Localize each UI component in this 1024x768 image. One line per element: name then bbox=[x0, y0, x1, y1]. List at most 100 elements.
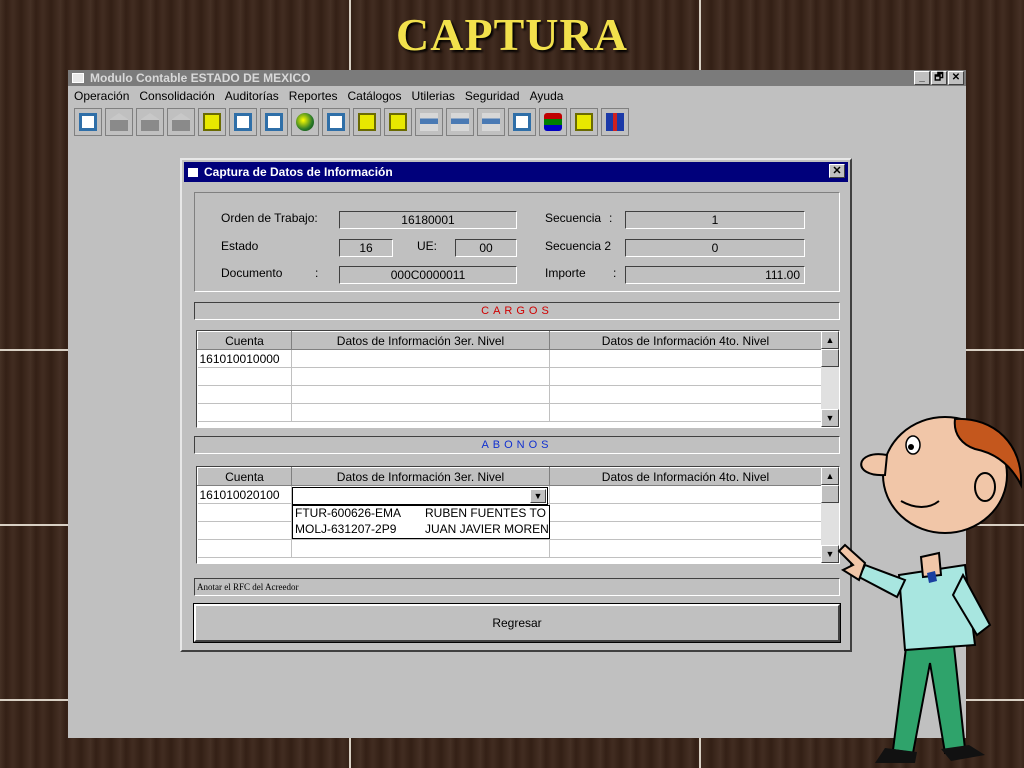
secuencia2-field[interactable]: 0 bbox=[625, 239, 805, 257]
table-row[interactable] bbox=[197, 367, 822, 386]
estado-label: Estado bbox=[221, 239, 259, 253]
toolbar-button-4[interactable] bbox=[167, 108, 195, 136]
cargos-col-nivel4[interactable]: Datos de Información 4to. Nivel bbox=[549, 331, 822, 350]
ue-field[interactable]: 00 bbox=[455, 239, 517, 257]
abonos-cell[interactable] bbox=[549, 539, 822, 558]
books-icon bbox=[544, 113, 562, 131]
calendar-icon bbox=[234, 113, 252, 131]
importe-field[interactable]: 111.00 bbox=[625, 266, 805, 284]
table-row[interactable] bbox=[197, 385, 822, 404]
abonos-cell[interactable]: 161010020100 bbox=[197, 485, 292, 504]
abonos-cell[interactable] bbox=[549, 521, 822, 540]
toolbar-button-13[interactable] bbox=[446, 108, 474, 136]
table-row[interactable] bbox=[197, 539, 822, 558]
status-bar: Anotar el RFC del Acreedor bbox=[194, 578, 840, 596]
toolbar-button-3[interactable] bbox=[136, 108, 164, 136]
cargos-col-cuenta[interactable]: Cuenta bbox=[197, 331, 292, 350]
dialog-close-button[interactable]: ✕ bbox=[829, 164, 845, 178]
cargos-grid: Cuenta Datos de Información 3er. Nivel D… bbox=[196, 330, 840, 428]
toolbar-button-17[interactable] bbox=[570, 108, 598, 136]
toolbar-button-8[interactable] bbox=[291, 108, 319, 136]
card-icon bbox=[203, 113, 221, 131]
toolbar-button-7[interactable] bbox=[260, 108, 288, 136]
restore-button[interactable]: 🗗 bbox=[931, 71, 947, 85]
globe-icon bbox=[296, 113, 314, 131]
abonos-cell[interactable] bbox=[549, 485, 822, 504]
abonos-cell[interactable] bbox=[197, 539, 292, 558]
toolbar bbox=[68, 106, 966, 138]
combo-dropdown-button[interactable]: ▼ bbox=[530, 489, 546, 503]
toolbar-button-12[interactable] bbox=[415, 108, 443, 136]
ue-label: UE: bbox=[417, 239, 438, 253]
cargos-cell[interactable] bbox=[197, 385, 292, 404]
calendar-icon bbox=[513, 113, 531, 131]
menu-utilerias[interactable]: Utilerias bbox=[412, 89, 455, 103]
abonos-col-cuenta[interactable]: Cuenta bbox=[197, 467, 292, 486]
toolbar-button-6[interactable] bbox=[229, 108, 257, 136]
cargos-cell[interactable] bbox=[291, 367, 550, 386]
cargos-cell[interactable] bbox=[549, 367, 822, 386]
toolbar-button-18[interactable] bbox=[601, 108, 629, 136]
rfc-combobox[interactable]: ▼ bbox=[292, 487, 548, 505]
cargos-cell[interactable] bbox=[549, 403, 822, 422]
toolbar-button-10[interactable] bbox=[353, 108, 381, 136]
cargos-cell[interactable] bbox=[291, 385, 550, 404]
cargos-cell[interactable] bbox=[197, 367, 292, 386]
toolbar-button-1[interactable] bbox=[74, 108, 102, 136]
minimize-button[interactable]: _ bbox=[914, 71, 930, 85]
menu-operacion[interactable]: Operación bbox=[74, 89, 129, 103]
abonos-cell[interactable] bbox=[197, 503, 292, 522]
cargos-cell[interactable]: 161010010000 bbox=[197, 349, 292, 368]
app-icon bbox=[72, 73, 84, 83]
cargos-cell[interactable] bbox=[291, 403, 550, 422]
importe-label: Importe bbox=[545, 266, 586, 280]
scroll-up-button[interactable]: ▲ bbox=[821, 331, 839, 349]
toolbar-button-9[interactable] bbox=[322, 108, 350, 136]
estado-field[interactable]: 16 bbox=[339, 239, 393, 257]
toolbar-button-15[interactable] bbox=[508, 108, 536, 136]
table-row[interactable] bbox=[197, 403, 822, 422]
capture-dialog: Captura de Datos de Información ✕ Orden … bbox=[180, 158, 852, 652]
list-item[interactable]: FTUR-600626-EMA RUBEN FUENTES TO bbox=[293, 506, 549, 522]
menu-ayuda[interactable]: Ayuda bbox=[530, 89, 564, 103]
disk-icon bbox=[265, 113, 283, 131]
orden-label: Orden de Trabajo: bbox=[221, 211, 318, 225]
toolbar-button-2[interactable] bbox=[105, 108, 133, 136]
table-row[interactable]: 161010010000 bbox=[197, 349, 822, 368]
orden-field[interactable]: 16180001 bbox=[339, 211, 517, 229]
abonos-col-nivel3[interactable]: Datos de Información 3er. Nivel bbox=[291, 467, 550, 486]
menu-seguridad[interactable]: Seguridad bbox=[465, 89, 520, 103]
list-item[interactable]: MOLJ-631207-2P9 JUAN JAVIER MOREN bbox=[293, 522, 549, 538]
menu-catalogos[interactable]: Catálogos bbox=[348, 89, 402, 103]
menu-consolidacion[interactable]: Consolidación bbox=[139, 89, 214, 103]
rfc-dropdown-list: FTUR-600626-EMA RUBEN FUENTES TO MOLJ-63… bbox=[292, 505, 550, 539]
network-icon bbox=[451, 113, 469, 131]
cargos-cell[interactable] bbox=[549, 385, 822, 404]
secuencia-field[interactable]: 1 bbox=[625, 211, 805, 229]
cargos-cell[interactable] bbox=[549, 349, 822, 368]
abonos-cell[interactable] bbox=[549, 503, 822, 522]
menubar: Operación Consolidación Auditorías Repor… bbox=[68, 86, 966, 106]
screen-icon bbox=[327, 113, 345, 131]
toolbar-button-5[interactable] bbox=[198, 108, 226, 136]
abonos-cell[interactable] bbox=[291, 539, 550, 558]
cargos-cell[interactable] bbox=[197, 403, 292, 422]
abonos-cell[interactable] bbox=[197, 521, 292, 540]
toolbar-button-16[interactable] bbox=[539, 108, 567, 136]
menu-reportes[interactable]: Reportes bbox=[289, 89, 338, 103]
dropdown-rfc: FTUR-600626-EMA bbox=[295, 506, 402, 520]
abonos-grid: Cuenta Datos de Información 3er. Nivel D… bbox=[196, 466, 840, 564]
app-title: Modulo Contable ESTADO DE MEXICO bbox=[90, 71, 311, 85]
documento-field[interactable]: 000C0000011 bbox=[339, 266, 517, 284]
cargos-cell[interactable] bbox=[291, 349, 550, 368]
abonos-col-nivel4[interactable]: Datos de Información 4to. Nivel bbox=[549, 467, 822, 486]
dropdown-name: RUBEN FUENTES TO bbox=[425, 506, 546, 520]
dialog-titlebar: Captura de Datos de Información ✕ bbox=[184, 162, 848, 182]
toolbar-button-14[interactable] bbox=[477, 108, 505, 136]
scroll-thumb[interactable] bbox=[821, 349, 839, 367]
cargos-col-nivel3[interactable]: Datos de Información 3er. Nivel bbox=[291, 331, 550, 350]
menu-auditorias[interactable]: Auditorías bbox=[225, 89, 279, 103]
close-button[interactable]: ✕ bbox=[948, 71, 964, 85]
return-button[interactable]: Regresar bbox=[193, 603, 841, 643]
toolbar-button-11[interactable] bbox=[384, 108, 412, 136]
